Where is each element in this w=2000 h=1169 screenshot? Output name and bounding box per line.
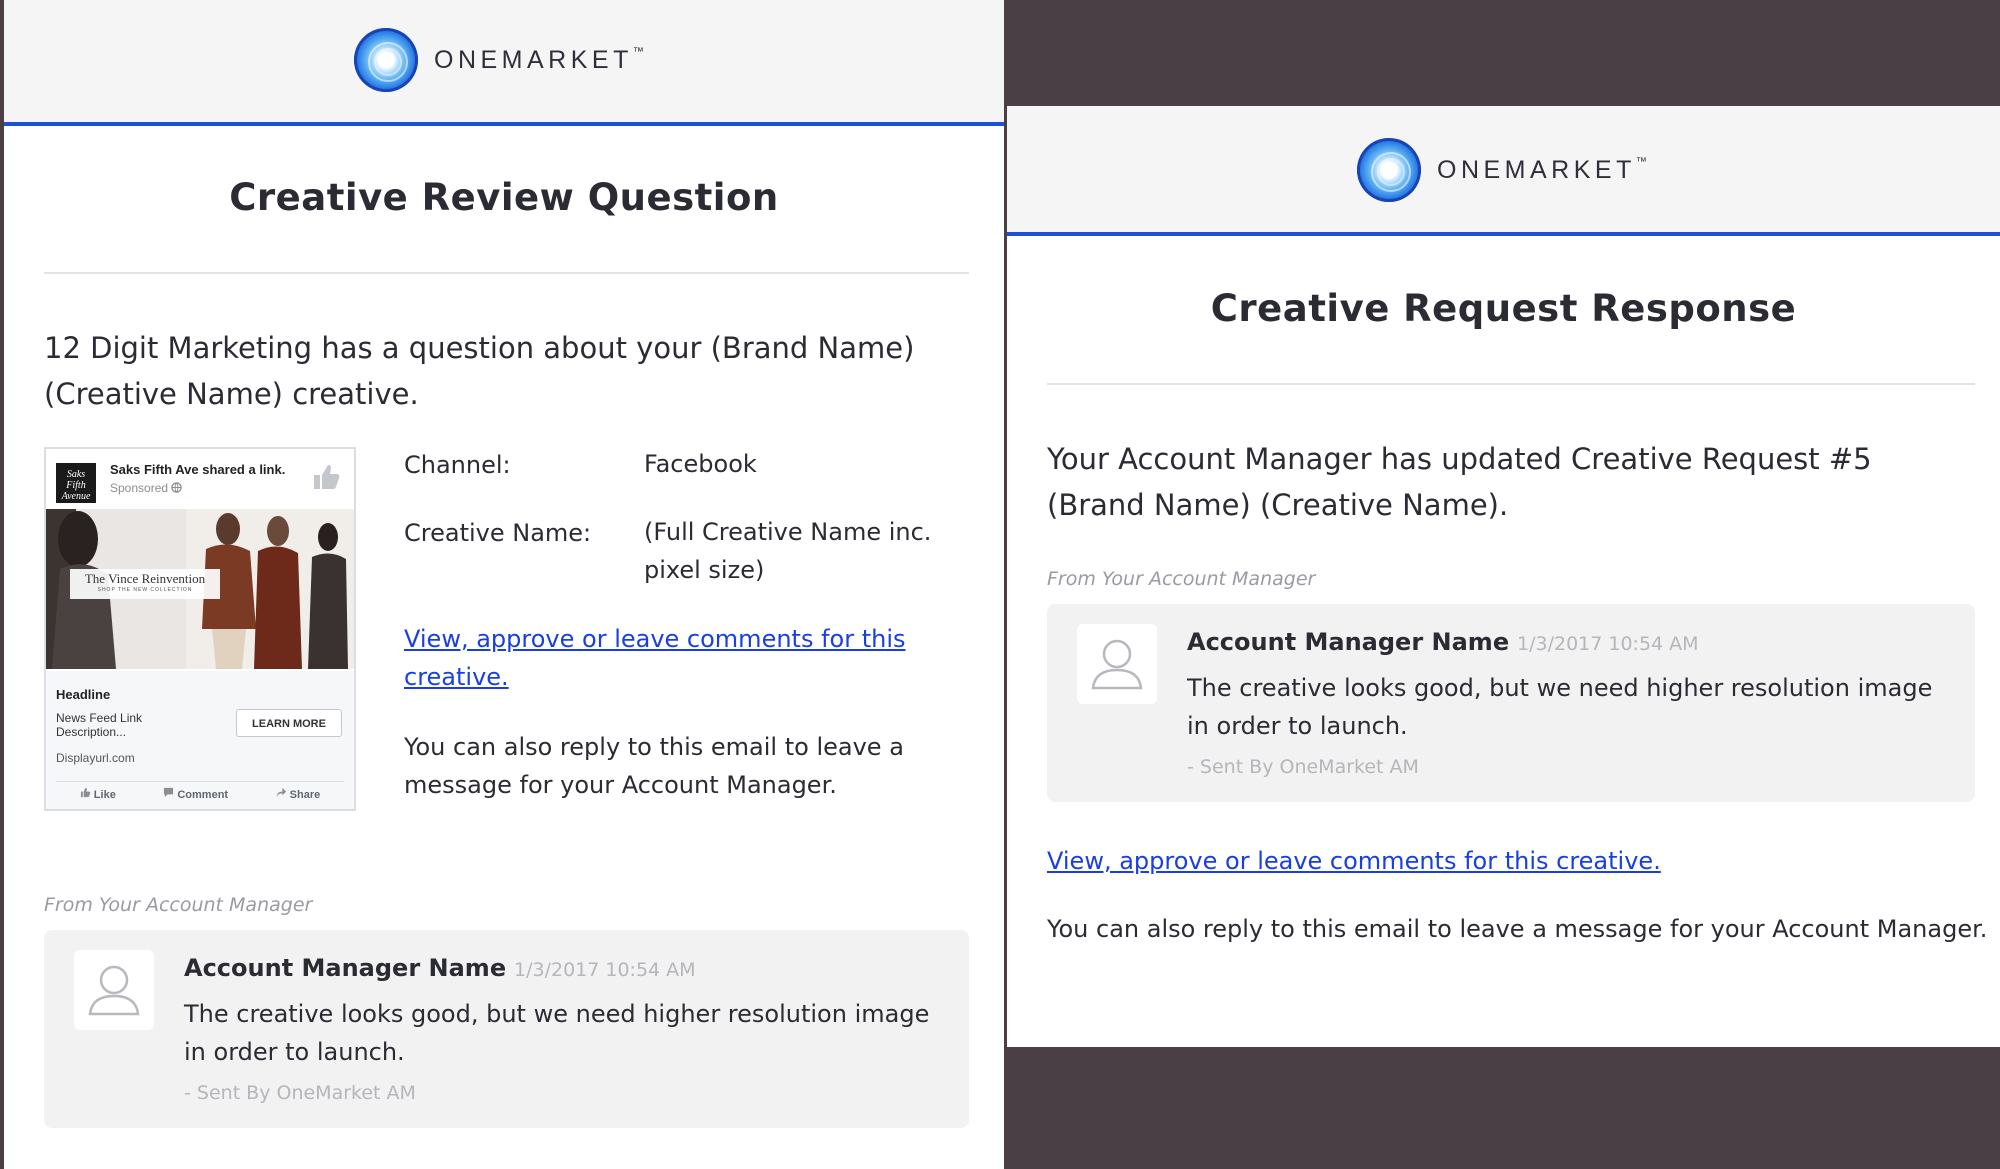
account-manager-comment: Account Manager Name 1/3/2017 10:54 AM T… xyxy=(44,930,969,1128)
fb-headline: Headline xyxy=(56,687,111,702)
comment-body: The creative looks good, but we need hig… xyxy=(1187,669,1932,745)
creative-name-value: (Full Creative Name inc. pixel size) xyxy=(644,513,931,589)
fb-share-action[interactable]: Share xyxy=(276,787,321,801)
reply-line: You can also reply to this email to leav… xyxy=(404,733,904,761)
email-creative-request-response: ONEMARKET™ Creative Request Response You… xyxy=(1007,106,2000,1047)
logo-trademark: ™ xyxy=(1635,155,1647,168)
title-divider xyxy=(44,272,969,274)
email-header: ONEMARKET™ xyxy=(4,0,1004,126)
email-header: ONEMARKET™ xyxy=(1007,106,2000,236)
facebook-ad-preview[interactable]: Saks Fifth Avenue Saks Fifth Ave shared … xyxy=(44,447,356,811)
intro-text: Your Account Manager has updated Creativ… xyxy=(1047,436,1872,528)
fb-page-name: Saks Fifth Ave shared a link. xyxy=(110,462,286,477)
onemarket-logo-icon xyxy=(1357,138,1421,202)
intro-line: (Creative Name) creative. xyxy=(44,377,419,411)
avatar xyxy=(74,950,154,1030)
reply-instructions: You can also reply to this email to leav… xyxy=(404,728,904,804)
saks-avatar: Saks Fifth Avenue xyxy=(56,463,96,503)
from-account-manager-label: From Your Account Manager xyxy=(1047,568,1316,590)
intro-text: 12 Digit Marketing has a question about … xyxy=(44,325,914,417)
fb-ad-footer: Headline News Feed Link Description... D… xyxy=(46,671,354,809)
view-creative-link[interactable]: View, approve or leave comments for this… xyxy=(1047,842,1661,880)
intro-line: (Brand Name) (Creative Name). xyxy=(1047,488,1509,522)
fb-sponsored: Sponsored xyxy=(110,481,183,495)
globe-icon xyxy=(171,482,183,493)
intro-line: Your Account Manager has updated Creativ… xyxy=(1047,442,1872,476)
onemarket-logo: ONEMARKET™ xyxy=(354,28,644,92)
comment-body: The creative looks good, but we need hig… xyxy=(184,995,929,1071)
user-avatar-icon xyxy=(1091,639,1143,690)
creative-name-label: Creative Name: xyxy=(404,519,592,547)
fb-action-bar: Like Comment Share xyxy=(56,781,344,806)
comment-label: Comment xyxy=(177,789,229,801)
view-creative-link-text[interactable]: View, approve or leave comments for this… xyxy=(1047,847,1661,875)
comment-line: The creative looks good, but we need hig… xyxy=(1187,674,1933,702)
view-creative-link-line[interactable]: creative. xyxy=(404,663,509,691)
comment-icon xyxy=(164,787,174,798)
comment-timestamp: 1/3/2017 10:54 AM xyxy=(1517,633,1699,655)
page-title: Creative Request Response xyxy=(1210,287,1797,330)
thumbs-up-icon[interactable] xyxy=(310,461,342,493)
comment-author: Account Manager Name xyxy=(184,954,507,982)
comment-author: Account Manager Name xyxy=(1187,628,1510,656)
user-avatar-icon xyxy=(88,965,140,1016)
onemarket-logo-icon xyxy=(354,28,418,92)
share-label: Share xyxy=(289,789,321,801)
onemarket-logo: ONEMARKET™ xyxy=(1357,138,1647,202)
like-icon xyxy=(80,787,90,798)
fb-ad-overlay: The Vince Reinvention SHOP THE NEW COLLE… xyxy=(70,569,220,599)
channel-value: Facebook xyxy=(644,450,757,478)
logo-text: ONEMARKET xyxy=(434,45,633,74)
fb-comment-action[interactable]: Comment xyxy=(163,787,228,801)
view-creative-link-line[interactable]: View, approve or leave comments for this xyxy=(404,625,906,653)
logo-text: ONEMARKET xyxy=(1437,155,1636,184)
creative-name-line: (Full Creative Name inc. xyxy=(644,518,932,546)
fb-ad-image: The Vince Reinvention SHOP THE NEW COLLE… xyxy=(46,509,354,669)
page-title: Creative Review Question xyxy=(229,176,779,219)
comment-line: The creative looks good, but we need hig… xyxy=(184,1000,930,1028)
learn-more-button[interactable]: LEARN MORE xyxy=(236,709,342,737)
comment-sent-by: - Sent By OneMarket AM xyxy=(1187,756,1419,778)
share-icon xyxy=(276,787,286,798)
account-manager-comment: Account Manager Name 1/3/2017 10:54 AM T… xyxy=(1047,604,1975,802)
email-creative-review-question: ONEMARKET™ Creative Review Question 12 D… xyxy=(4,0,1004,1169)
like-label: Like xyxy=(93,789,116,801)
comment-line: in order to launch. xyxy=(1187,712,1408,740)
comment-timestamp: 1/3/2017 10:54 AM xyxy=(514,959,696,981)
from-account-manager-label: From Your Account Manager xyxy=(44,894,313,916)
fb-description: News Feed Link Description... xyxy=(56,711,143,739)
fb-display-url: Displayurl.com xyxy=(56,751,135,765)
overlay-title: The Vince Reinvention xyxy=(84,571,206,586)
overlay-subtitle: SHOP THE NEW COLLECTION xyxy=(97,587,193,593)
avatar xyxy=(1077,624,1157,704)
creative-name-line: pixel size) xyxy=(644,556,765,584)
comment-line: in order to launch. xyxy=(184,1038,405,1066)
fb-sponsored-label: Sponsored xyxy=(110,481,169,495)
reply-instructions: You can also reply to this email to leav… xyxy=(1047,915,1988,943)
logo-trademark: ™ xyxy=(632,45,644,58)
intro-line: 12 Digit Marketing has a question about … xyxy=(44,331,915,365)
fb-like-action[interactable]: Like xyxy=(80,787,116,801)
reply-line: message for your Account Manager. xyxy=(404,771,837,799)
channel-label: Channel: xyxy=(404,451,511,479)
comment-sent-by: - Sent By OneMarket AM xyxy=(184,1082,416,1104)
title-divider xyxy=(1047,383,1975,385)
view-creative-link[interactable]: View, approve or leave comments for this… xyxy=(404,620,906,696)
